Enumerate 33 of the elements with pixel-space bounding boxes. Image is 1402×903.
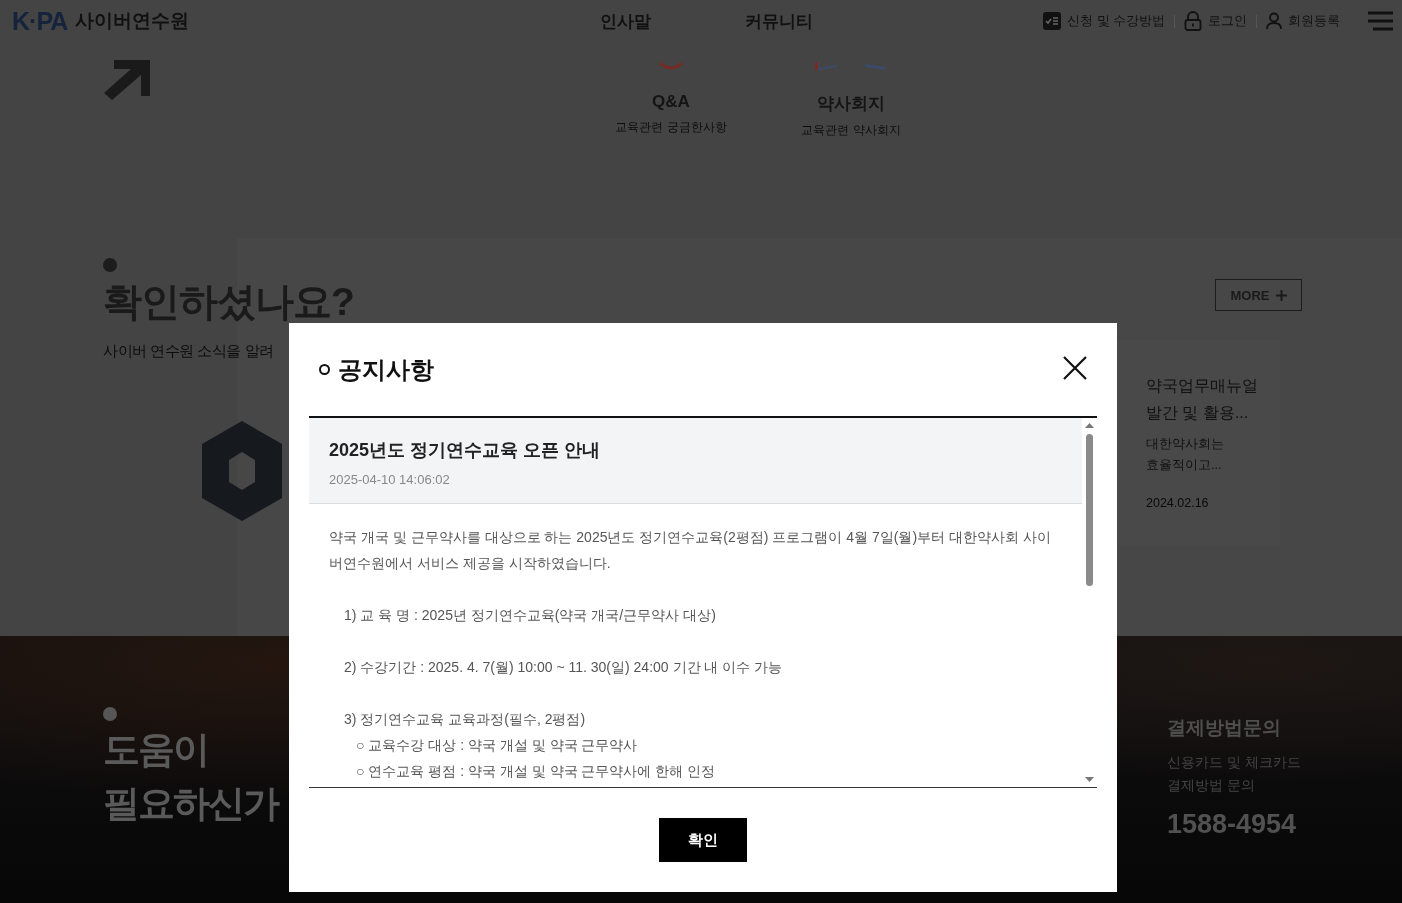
ribbon-icon: [815, 60, 887, 72]
confirm-button[interactable]: 확인: [659, 818, 747, 862]
notice-item: ○ 연수교육 평점 : 약국 개설 및 약국 근무약사에 한해 인정: [355, 762, 717, 781]
scroll-thumb[interactable]: [1086, 434, 1093, 586]
contact-title: 결제방법문의: [1167, 716, 1282, 740]
person-icon: [1266, 12, 1282, 30]
plus-icon: [1275, 289, 1287, 301]
checklist-icon: [1043, 12, 1062, 30]
phone-number: 1588-4954: [1167, 809, 1298, 840]
ring-icon: [319, 364, 330, 375]
notice-title: 2025년도 정기연수교육 오픈 안내: [329, 439, 602, 462]
hexagon-icon: [202, 421, 282, 521]
menu-description: 교육관련 약사회지: [801, 122, 901, 139]
notice-date: 2025-04-10 14:06:02: [329, 472, 451, 487]
menu-description: 교육관련 궁금한사항: [615, 119, 727, 136]
lock-icon: [1184, 11, 1202, 31]
bullet-dot: [103, 258, 117, 272]
notice-item: 1) 교 육 명 : 2025년 정기연수교육(약국 개국/근무약사 대상): [343, 606, 717, 625]
notice-item: 2) 수강기간 : 2025. 4. 7(월) 10:00 ~ 11. 30(일) 24:00 기간 내 이수 가능: [343, 658, 784, 677]
notice-item: ○ 교육수강 대상 : 약국 개설 및 약국 근무약사: [355, 736, 639, 755]
section-subtitle: 사이버 연수원 소식을 알려: [103, 342, 274, 361]
curve-icon: [658, 60, 684, 72]
card-title: 약국업무매뉴얼 발간 및 활용...: [1146, 376, 1259, 423]
arrow-icon: [104, 60, 150, 100]
card-date: 2024.02.16: [1146, 496, 1209, 510]
scroll-up-icon[interactable]: [1085, 423, 1094, 428]
scroll-down-icon[interactable]: [1085, 777, 1094, 782]
modal-title: 공지사항: [319, 353, 434, 386]
notice-item: 3) 정기연수교육 교육과정(필수, 2평점): [343, 710, 587, 729]
bullet-dot: [103, 707, 117, 721]
section-heading: 도움이: [103, 728, 208, 772]
section-heading: 필요하신가: [103, 782, 278, 826]
notice-paragraph: 약국 개국 및 근무약사를 대상으로 하는 2025년도 정기연수교육(2평점) 프로그램이 4월 7일(월)부터 대한약사회 사이버연수원에서 서비스 제공을 시작하였습니다.: [329, 528, 1052, 573]
